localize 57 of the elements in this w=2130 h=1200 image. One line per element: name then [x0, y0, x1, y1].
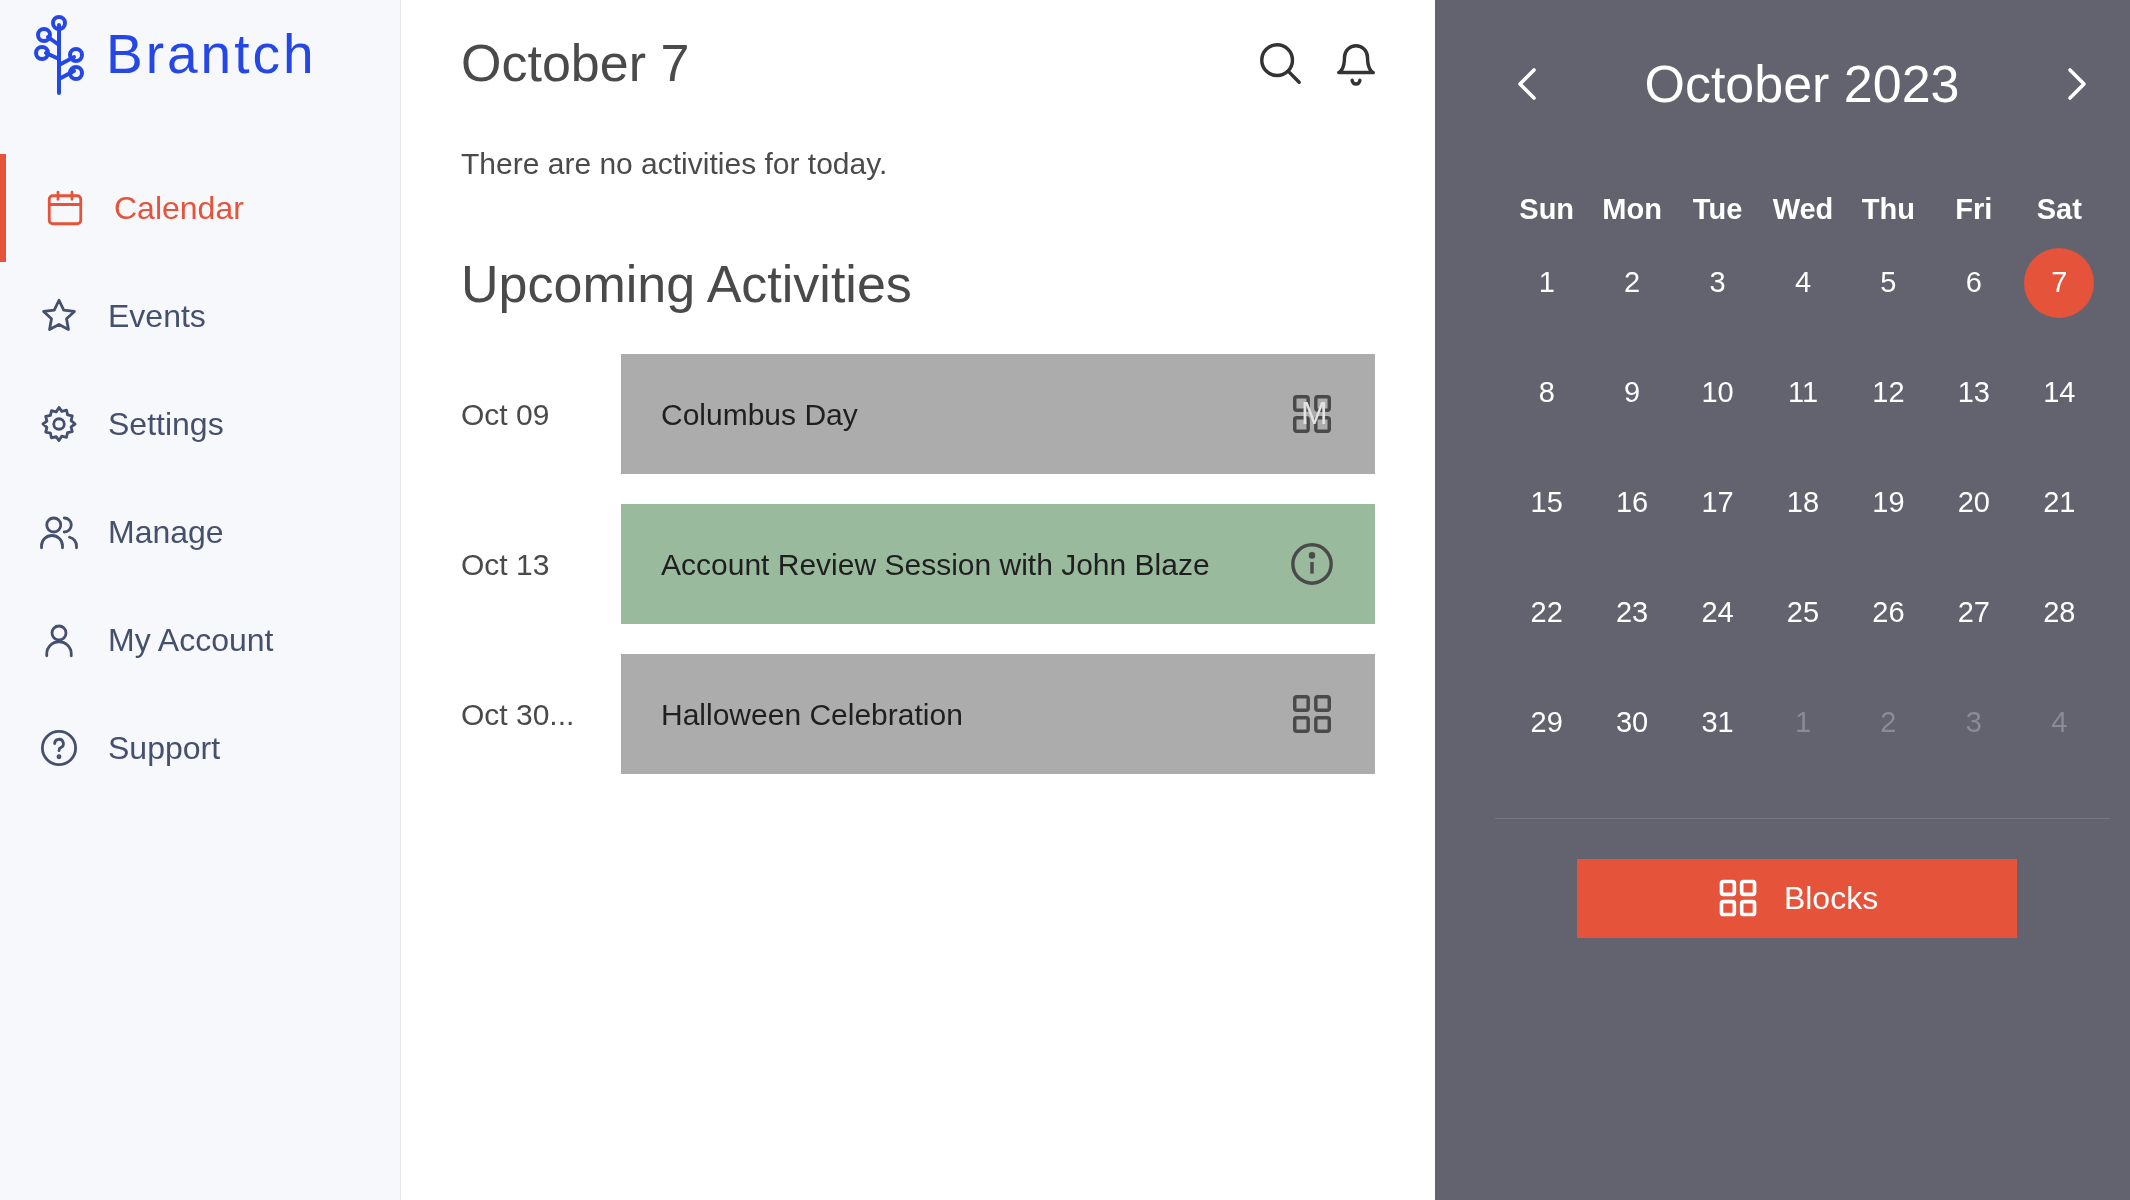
nav-item[interactable]: Events — [0, 262, 400, 370]
blocks-button[interactable]: Blocks — [1577, 858, 2017, 938]
day-cell[interactable]: 13 — [1938, 357, 2009, 428]
day-cell[interactable]: 21 — [2024, 467, 2095, 538]
info-icon — [1289, 541, 1335, 587]
day-cell[interactable]: 1 — [1511, 247, 1582, 318]
brand-name: Brantch — [106, 27, 317, 82]
weekday-label: Mon — [1602, 192, 1662, 227]
day-cell[interactable]: 20 — [1938, 467, 2009, 538]
search-icon[interactable] — [1257, 40, 1303, 86]
weekday-label: Fri — [1955, 192, 1993, 227]
empty-message: There are no activities for today. — [461, 146, 889, 182]
help-icon — [38, 727, 80, 769]
day-cell[interactable]: 10 — [1682, 357, 1753, 428]
page-title: October 7 — [461, 37, 690, 89]
weekday-label: Sat — [2036, 192, 2082, 227]
day-cell[interactable]: 23 — [1597, 577, 1668, 648]
weekday-label: Wed — [1772, 192, 1834, 227]
nav-item[interactable]: My Account — [0, 586, 400, 694]
day-cell[interactable]: 14 — [2024, 357, 2095, 428]
day-cell[interactable]: 26 — [1853, 577, 1924, 648]
nav-item[interactable]: Support — [0, 694, 400, 802]
day-cell[interactable]: 18 — [1768, 467, 1838, 538]
nav-item[interactable]: Manage — [0, 478, 400, 586]
activity-date: Oct 09 — [461, 396, 551, 433]
day-cell[interactable]: 25 — [1768, 577, 1838, 648]
day-cell[interactable]: 12 — [1853, 357, 1924, 428]
activity-date: Oct 13 — [461, 546, 551, 583]
logo-icon — [34, 14, 86, 95]
activity-date: Oct 30... — [461, 696, 576, 733]
day-cell[interactable]: 29 — [1511, 687, 1582, 758]
day-cell[interactable]: 15 — [1511, 467, 1582, 538]
day-cell[interactable]: 17 — [1682, 467, 1753, 538]
month-title: October 2023 — [1644, 58, 1960, 110]
day-cell[interactable]: 22 — [1511, 577, 1582, 648]
activity-card[interactable]: Account Review Session with John Blaze — [621, 504, 1375, 624]
day-cell[interactable]: 24 — [1682, 577, 1753, 648]
weekday-label: Thu — [1861, 192, 1915, 227]
day-cell[interactable]: 11 — [1768, 357, 1838, 428]
day-cell[interactable]: 30 — [1597, 687, 1668, 758]
day-cell[interactable]: 27 — [1938, 577, 2009, 648]
day-cell[interactable]: 6 — [1938, 247, 2009, 318]
day-cell[interactable]: 3 — [1682, 247, 1753, 318]
day-cell[interactable]: 9 — [1597, 357, 1668, 428]
day-cell[interactable]: 31 — [1682, 687, 1753, 758]
activity-card[interactable]: Halloween Celebration — [621, 654, 1375, 774]
day-cell[interactable]: 5 — [1853, 247, 1924, 318]
nav-item[interactable]: Settings — [0, 370, 400, 478]
day-cell[interactable]: 2 — [1597, 247, 1668, 318]
day-cell[interactable]: 8 — [1511, 357, 1582, 428]
weekday-label: Tue — [1692, 192, 1743, 227]
day-cell[interactable]: 19 — [1853, 467, 1924, 538]
day-cell[interactable]: 28 — [2024, 577, 2095, 648]
day-cell[interactable]: 7 — [2024, 247, 2095, 318]
weekday-label: Sun — [1519, 192, 1575, 227]
day-cell[interactable]: 4 — [1768, 247, 1838, 318]
day-cell[interactable]: 16 — [1597, 467, 1668, 538]
